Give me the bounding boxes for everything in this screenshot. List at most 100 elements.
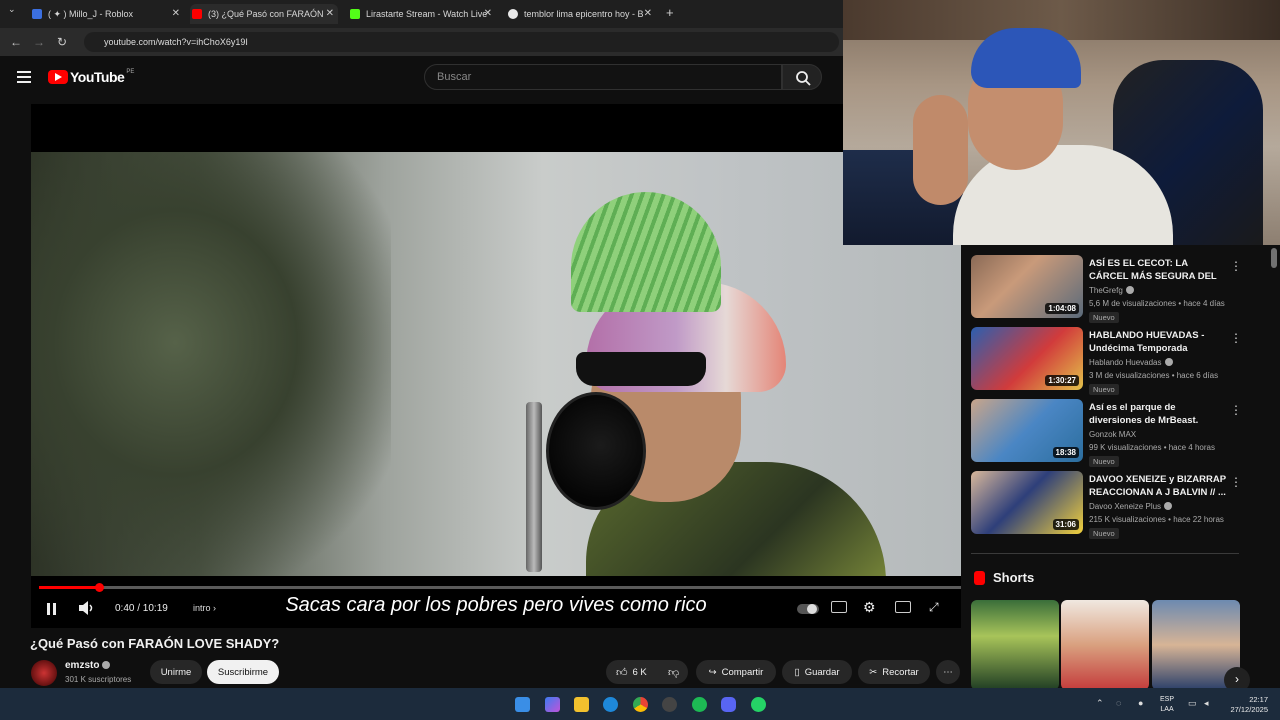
short-thumbnail[interactable] (971, 600, 1059, 690)
logo-text: YouTube (70, 69, 125, 85)
more-options-icon[interactable]: ⋮ (1230, 403, 1242, 417)
tray-chevron-icon[interactable]: ⌃ (1096, 698, 1104, 709)
video-thumbnail[interactable]: 1:30:27 (971, 327, 1083, 390)
video-player[interactable]: Sacas cara por los pobres pero vives com… (31, 104, 961, 628)
youtube-favicon-icon (192, 9, 202, 19)
fullscreen-icon[interactable]: ⤢ (929, 600, 939, 615)
recommendation-title[interactable]: ASÍ ES EL CECOT: LA CÁRCEL MÁS SEGURA DE… (1089, 257, 1229, 284)
recommendation-title[interactable]: DAVOO XENEIZE y BIZARRAP REACCIONAN A J … (1089, 473, 1229, 499)
recommendation-title[interactable]: Así es el parque de diversiones de MrBea… (1089, 401, 1229, 427)
shorts-header: Shorts (974, 570, 1034, 585)
tab-list-chevron-icon[interactable]: ⌄ (8, 4, 16, 15)
share-label: Compartir (721, 666, 764, 678)
volume-icon[interactable] (79, 601, 95, 618)
close-tab-icon[interactable]: ✕ (484, 8, 492, 19)
video-thumbnail[interactable]: 31:06 (971, 471, 1083, 534)
file-explorer-icon[interactable] (574, 697, 589, 712)
recommendation-channel[interactable]: Hablando Huevadas (1089, 358, 1173, 367)
recommendation-meta: 99 K visualizaciones • hace 4 horas (1089, 443, 1215, 452)
tab-label: ( ✦ ) Millo_J - Roblox (48, 8, 134, 19)
channel-name[interactable]: emzsto (65, 660, 111, 671)
more-actions-button[interactable]: ⋯ (936, 660, 960, 684)
share-button[interactable]: ↪ Compartir (696, 660, 776, 684)
microphone-pop-filter (546, 392, 646, 510)
dislike-icon[interactable]: 👎︎ (668, 666, 679, 679)
caption-text: Sacas cara por los pobres pero vives com… (285, 594, 707, 616)
recommendation-item[interactable]: 1:30:27 HABLANDO HUEVADAS - Undécima Tem… (971, 327, 1242, 395)
subscribe-button[interactable]: Suscribirme (207, 660, 279, 684)
recommendation-channel[interactable]: Davoo Xeneize Plus (1089, 502, 1173, 511)
edge-icon[interactable] (603, 697, 618, 712)
search-button[interactable] (782, 64, 822, 90)
chrome-icon[interactable] (633, 697, 648, 712)
roblox-favicon-icon (32, 9, 42, 19)
miniplayer-icon[interactable] (895, 601, 911, 613)
streamer-webcam-overlay (843, 0, 1280, 245)
tab-roblox[interactable]: ( ✦ ) Millo_J - Roblox ✕ (32, 4, 180, 24)
recommendation-item[interactable]: 1:04:08 ASÍ ES EL CECOT: LA CÁRCEL MÁS S… (971, 255, 1242, 323)
more-options-icon[interactable]: ⋮ (1230, 331, 1242, 345)
youtube-logo[interactable]: YouTube PE (48, 69, 134, 85)
new-badge: Nuevo (1089, 312, 1119, 323)
save-button[interactable]: ▯ Guardar (782, 660, 852, 684)
settings-gear-icon[interactable]: ⚙ (863, 599, 876, 616)
back-icon[interactable]: ← (10, 35, 22, 49)
copilot-icon[interactable] (545, 697, 560, 712)
join-button[interactable]: Unirme (150, 660, 202, 684)
short-thumbnail[interactable] (1061, 600, 1149, 690)
tab-youtube-active[interactable]: (3) ¿Qué Pasó con FARAÓN ✕ (190, 4, 338, 24)
clip-label: Recortar (882, 666, 919, 678)
recommendation-item[interactable]: 18:38 Así es el parque de diversiones de… (971, 399, 1242, 467)
youtube-header: YouTube PE Buscar (0, 56, 843, 98)
share-icon: ↪ (708, 666, 717, 678)
subtitles-icon[interactable] (831, 601, 847, 613)
bookmark-icon: ▯ (794, 666, 800, 678)
progress-scrubber[interactable] (94, 583, 104, 592)
url-field[interactable]: youtube.com/watch?v=ihChoX6y19I (84, 32, 839, 52)
reload-icon[interactable]: ↻ (57, 35, 67, 49)
recommendation-channel[interactable]: Gonzok MAX (1089, 430, 1136, 439)
like-count: 6 K (632, 666, 647, 678)
language-indicator[interactable]: ESP LAA (1160, 695, 1174, 715)
system-clock[interactable]: 22:17 27/12/2025 (1222, 695, 1268, 715)
tab-search[interactable]: temblor lima epicentro hoy - B ✕ (508, 4, 652, 24)
microphone-icon[interactable]: ● (1138, 698, 1143, 708)
close-tab-icon[interactable]: ✕ (172, 8, 180, 19)
video-frame[interactable] (31, 152, 961, 576)
pause-icon[interactable] (47, 603, 57, 618)
forward-icon[interactable]: → (33, 35, 45, 49)
new-tab-button[interactable]: + (666, 5, 674, 20)
mic-stand (526, 402, 542, 572)
recommendation-item[interactable]: 31:06 DAVOO XENEIZE y BIZARRAP REACCIONA… (971, 471, 1242, 539)
search-input[interactable]: Buscar (424, 64, 782, 90)
network-icon[interactable]: ◌ (1116, 698, 1121, 708)
obs-icon[interactable] (662, 697, 677, 712)
close-tab-icon[interactable]: ✕ (644, 8, 652, 19)
chapter-button[interactable]: intro › (193, 603, 216, 613)
speaker-icon[interactable]: ◂ (1204, 698, 1209, 709)
tab-kick[interactable]: Lirastarte Stream - Watch Live ✕ (350, 4, 492, 24)
whatsapp-icon[interactable] (751, 697, 766, 712)
like-button[interactable]: 👍︎ 6 K (616, 666, 647, 679)
discord-icon[interactable] (721, 697, 736, 712)
recommendation-channel[interactable]: TheGrefg (1089, 286, 1134, 295)
duration-badge: 18:38 (1052, 447, 1079, 458)
display-icon[interactable]: ▭ (1188, 698, 1197, 709)
progress-bar[interactable] (39, 583, 961, 592)
channel-avatar[interactable] (31, 660, 57, 686)
more-options-icon[interactable]: ⋮ (1230, 475, 1242, 489)
google-favicon-icon (508, 9, 518, 19)
hamburger-menu-icon[interactable] (17, 71, 31, 83)
video-thumbnail[interactable]: 1:04:08 (971, 255, 1083, 318)
sidebar-scrollbar[interactable] (1271, 248, 1277, 268)
windows-start-icon[interactable] (515, 697, 530, 712)
video-title: ¿Qué Pasó con FARAÓN LOVE SHADY? (30, 636, 280, 651)
clip-button[interactable]: ✂ Recortar (858, 660, 930, 684)
video-thumbnail[interactable]: 18:38 (971, 399, 1083, 462)
new-badge: Nuevo (1089, 384, 1119, 395)
close-tab-icon[interactable]: ✕ (326, 8, 334, 19)
autoplay-toggle[interactable] (797, 603, 819, 618)
spotify-icon[interactable] (692, 697, 707, 712)
more-options-icon[interactable]: ⋮ (1230, 259, 1242, 273)
recommendation-title[interactable]: HABLANDO HUEVADAS - Undécima Temporada [… (1089, 329, 1229, 356)
